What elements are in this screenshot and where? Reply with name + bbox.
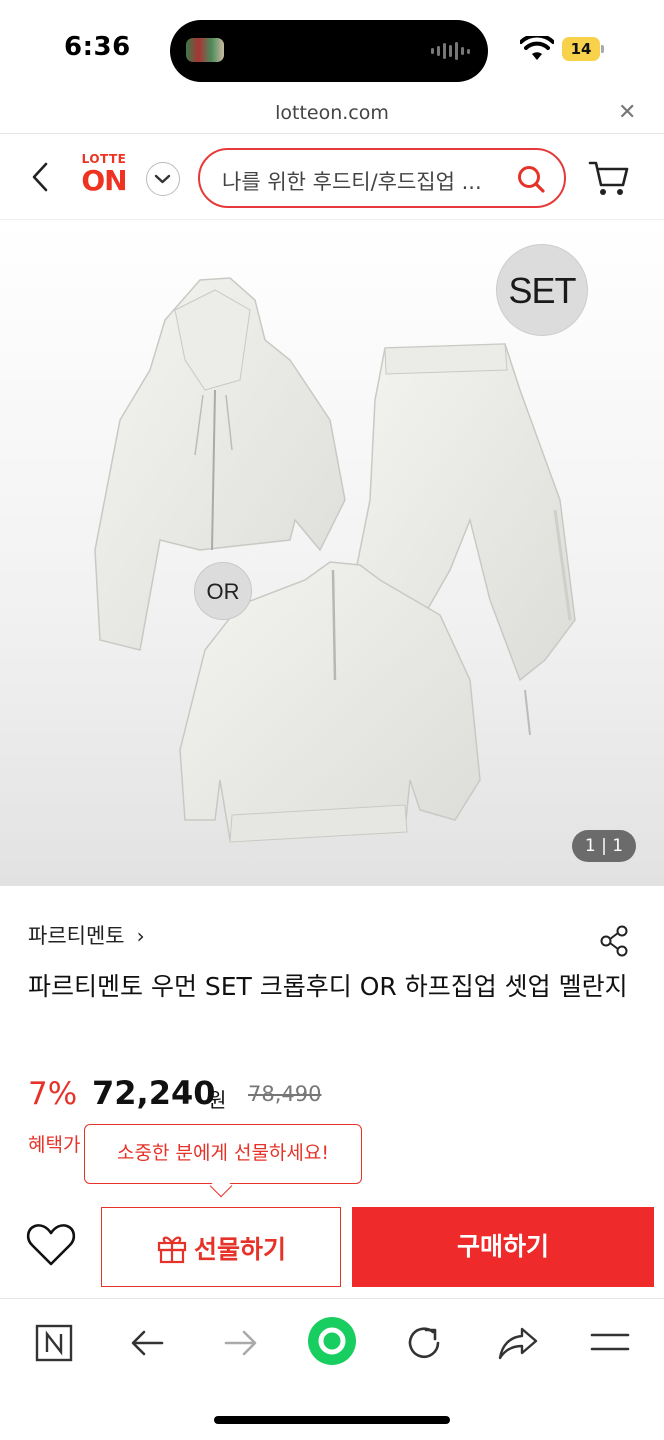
original-price: 78,490 [248, 1082, 322, 1106]
dynamic-island [170, 20, 488, 82]
naver-home-icon[interactable] [32, 1321, 76, 1365]
status-bar: 6:36 14 [0, 0, 664, 96]
home-indicator [214, 1416, 450, 1424]
set-badge: SET [496, 244, 588, 336]
image-counter: 1 | 1 [572, 830, 636, 862]
wifi-icon [520, 36, 554, 60]
discount-rate: 7% [28, 1076, 78, 1112]
sale-price: 72,240 [92, 1074, 216, 1112]
menu-icon[interactable] [588, 1321, 632, 1365]
back-chevron-icon[interactable] [28, 160, 54, 194]
audio-wave-icon [431, 42, 470, 60]
brand-link[interactable]: 파르티멘토 › [28, 920, 145, 950]
search-bar[interactable]: 나를 위한 후드티/후드집업 ... [198, 148, 566, 208]
search-icon[interactable] [516, 164, 546, 194]
category-dropdown-button[interactable] [146, 162, 180, 196]
chevron-down-icon [154, 174, 171, 184]
share-icon[interactable] [598, 924, 630, 958]
close-icon[interactable]: ✕ [618, 100, 636, 125]
lotte-on-logo[interactable]: LOTTE ON [76, 152, 132, 206]
gift-button[interactable]: 선물하기 [101, 1207, 341, 1287]
brand-name: 파르티멘토 [28, 924, 125, 948]
naver-green-dot-icon[interactable] [306, 1315, 358, 1367]
logo-main-text: ON [81, 164, 127, 197]
currency-unit: 원 [208, 1088, 227, 1112]
buy-button[interactable]: 구매하기 [352, 1207, 654, 1287]
gift-icon [157, 1236, 187, 1264]
back-arrow-icon[interactable] [126, 1321, 170, 1365]
forward-arrow-icon[interactable] [218, 1321, 262, 1365]
site-header: LOTTE ON 나를 위한 후드티/후드집업 ... [0, 134, 664, 220]
heart-icon[interactable] [26, 1222, 76, 1268]
battery-level: 14 [562, 37, 600, 61]
search-input[interactable]: 나를 위한 후드티/후드집업 ... [222, 166, 502, 196]
cart-icon[interactable] [588, 158, 630, 198]
gift-tooltip: 소중한 분에게 선물하세요! [84, 1124, 362, 1184]
chevron-right-icon: › [136, 924, 145, 948]
product-title: 파르티멘토 우먼 SET 크롭후디 OR 하프집업 셋업 멜란지 [28, 972, 628, 1001]
product-image-carousel[interactable]: SET OR 1 | 1 [0, 220, 664, 886]
refresh-icon[interactable] [402, 1321, 446, 1365]
media-thumbnail [186, 38, 224, 62]
status-time: 6:36 [64, 32, 131, 62]
share-arrow-icon[interactable] [496, 1321, 540, 1365]
gift-button-label: 선물하기 [194, 1235, 287, 1264]
battery-nub [601, 45, 604, 53]
or-badge: OR [194, 562, 252, 620]
browser-url-bar[interactable]: lotteon.com ✕ [0, 96, 664, 134]
url-text[interactable]: lotteon.com [0, 102, 664, 124]
